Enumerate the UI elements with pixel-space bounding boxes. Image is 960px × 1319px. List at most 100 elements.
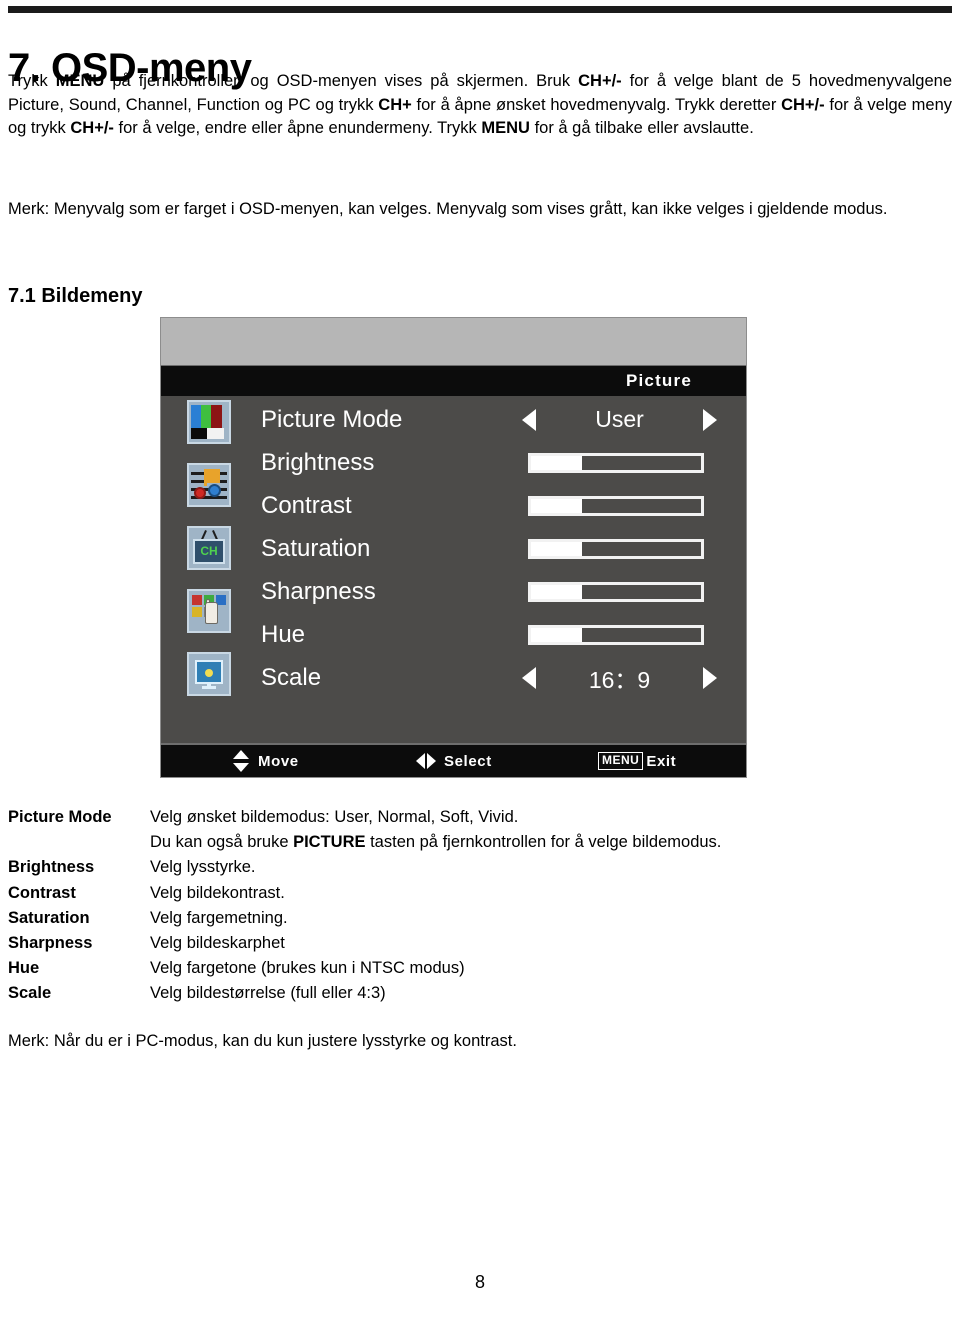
description-term: Hue bbox=[8, 959, 40, 978]
intro-text-6: for å velge, endre eller åpne enundermen… bbox=[113, 119, 482, 137]
slider-fill bbox=[531, 498, 582, 513]
osd-title-text: Picture bbox=[625, 371, 692, 390]
osd-row-picture-mode[interactable]: Picture Mode User bbox=[261, 398, 746, 441]
continuation-key-picture: PICTURE bbox=[293, 833, 366, 852]
description-row: Contrast Velg bildekontrast. bbox=[8, 881, 952, 906]
monitor-icon bbox=[187, 652, 231, 696]
osd-rows: Picture Mode User Brightness Contrast Sa… bbox=[261, 398, 746, 746]
contrast-slider[interactable] bbox=[528, 495, 704, 516]
osd-row-label: Sharpness bbox=[261, 577, 376, 605]
osd-row-brightness[interactable]: Brightness bbox=[261, 441, 746, 484]
footer-exit-label: Exit bbox=[646, 752, 677, 770]
tv-channel-icon: CH bbox=[187, 526, 231, 570]
description-definition: Velg bildeskarphet bbox=[150, 934, 285, 953]
description-term: Scale bbox=[8, 984, 52, 1003]
description-definition: Velg ønsket bildemodus: User, Normal, So… bbox=[150, 808, 519, 826]
footer-note: Merk: Når du er i PC-modus, kan du kun j… bbox=[8, 1032, 517, 1050]
osd-row-label: Brightness bbox=[261, 448, 375, 476]
footer-select-hint: Select bbox=[416, 753, 492, 770]
description-definition: Velg lysstyrke. bbox=[150, 858, 256, 877]
osd-title-bar: Picture bbox=[161, 366, 746, 396]
osd-row-hue[interactable]: Hue bbox=[261, 613, 746, 656]
intro-key-menu-2: MENU bbox=[481, 119, 530, 137]
intro-key-chpm-1: CH+/- bbox=[578, 72, 622, 90]
intro-text-7: for å gå tilbake eller avslautte. bbox=[529, 119, 754, 137]
top-horizontal-rule bbox=[8, 6, 952, 13]
description-row: Brightness Velg lysstyrke. bbox=[8, 855, 952, 880]
description-term: Sharpness bbox=[8, 934, 93, 953]
intro-text-2: på fjernkontrollen og OSD-menyen vises p… bbox=[104, 72, 579, 90]
page-number: 8 bbox=[474, 1272, 485, 1292]
osd-row-control bbox=[508, 613, 723, 656]
left-right-arrows-icon bbox=[416, 753, 436, 769]
footer-exit-hint: MENU Exit bbox=[598, 752, 676, 770]
arrow-left-icon[interactable] bbox=[522, 666, 536, 689]
sharpness-slider[interactable] bbox=[528, 581, 704, 602]
up-down-arrows-icon bbox=[233, 750, 249, 772]
description-term: Picture Mode bbox=[8, 808, 112, 826]
osd-row-label: Scale bbox=[261, 663, 322, 691]
description-row: Sharpness Velg bildeskarphet bbox=[8, 931, 952, 956]
section-subtitle: 7.1 Bildemeny bbox=[8, 284, 143, 307]
saturation-slider[interactable] bbox=[528, 538, 704, 559]
description-definition: Velg fargetone (brukes kun i NTSC modus) bbox=[150, 959, 465, 978]
description-continuation: Du kan også bruke PICTURE tasten på fjer… bbox=[8, 830, 952, 855]
intro-key-chpm-2: CH+/- bbox=[781, 95, 825, 114]
merk-paragraph: Merk: Menyvalg som er farget i OSD-menye… bbox=[8, 200, 888, 218]
description-definition: Velg fargemetning. bbox=[150, 908, 288, 927]
intro-key-chpm-3: CH+/- bbox=[70, 119, 114, 137]
intro-key-menu-1: MENU bbox=[55, 72, 105, 90]
osd-row-control: User bbox=[508, 398, 723, 441]
description-definition: Velg bildestørrelse (full eller 4:3) bbox=[150, 984, 386, 1003]
osd-top-band bbox=[161, 318, 746, 366]
osd-menu-screenshot: Picture CH Picture Mode User Brightness … bbox=[160, 317, 747, 778]
osd-row-label: Saturation bbox=[261, 534, 371, 562]
intro-paragraph: Trykk MENU på fjernkontrollen og OSD-men… bbox=[8, 70, 952, 141]
menu-key-icon: MENU bbox=[598, 752, 644, 770]
slider-fill bbox=[531, 541, 582, 556]
brightness-slider[interactable] bbox=[528, 452, 704, 473]
osd-icon-column: CH bbox=[187, 400, 233, 715]
color-bars-icon bbox=[187, 400, 231, 444]
description-term: Saturation bbox=[8, 908, 90, 927]
hue-slider[interactable] bbox=[528, 624, 704, 645]
description-row: Scale Velg bildestørrelse (full eller 4:… bbox=[8, 981, 952, 1006]
osd-body: CH Picture Mode User Brightness Contrast… bbox=[161, 396, 746, 746]
osd-row-sharpness[interactable]: Sharpness bbox=[261, 570, 746, 613]
osd-footer-bar: Move Select MENU Exit bbox=[161, 743, 746, 777]
document-page: 7. OSD-meny Trykk MENU på fjernkontrolle… bbox=[0, 0, 960, 1319]
osd-row-control bbox=[508, 484, 723, 527]
hand-squares-icon bbox=[187, 589, 231, 633]
osd-option-value: User bbox=[595, 406, 644, 432]
osd-row-label: Contrast bbox=[261, 491, 352, 519]
continuation-pre: Du kan også bruke bbox=[150, 833, 294, 852]
osd-row-scale[interactable]: Scale 16：9 bbox=[261, 656, 746, 699]
description-list: Picture Mode Velg ønsket bildemodus: Use… bbox=[8, 805, 952, 1007]
osd-row-contrast[interactable]: Contrast bbox=[261, 484, 746, 527]
arrow-right-icon[interactable] bbox=[703, 408, 717, 431]
slider-fill bbox=[531, 584, 582, 599]
footer-select-label: Select bbox=[444, 752, 492, 770]
arrow-right-icon[interactable] bbox=[703, 666, 717, 689]
osd-row-label: Hue bbox=[261, 620, 306, 648]
osd-option-value: 16：9 bbox=[588, 666, 651, 693]
description-row: Picture Mode Velg ønsket bildemodus: Use… bbox=[8, 805, 952, 830]
description-term: Brightness bbox=[8, 858, 95, 877]
intro-key-chplus: CH+ bbox=[378, 95, 412, 114]
intro-text-4: for å åpne ønsket hovedmenyvalg. Trykk d… bbox=[411, 95, 782, 114]
osd-row-control bbox=[508, 441, 723, 484]
osd-row-control: 16：9 bbox=[508, 656, 723, 699]
intro-text-1: Trykk bbox=[8, 72, 56, 90]
slider-fill bbox=[531, 455, 582, 470]
arrow-left-icon[interactable] bbox=[522, 408, 536, 431]
description-definition: Velg bildekontrast. bbox=[150, 883, 285, 902]
description-row: Saturation Velg fargemetning. bbox=[8, 906, 952, 931]
osd-row-label: Picture Mode bbox=[261, 405, 403, 433]
osd-row-saturation[interactable]: Saturation bbox=[261, 527, 746, 570]
footer-move-label: Move bbox=[258, 752, 299, 770]
description-term: Contrast bbox=[8, 883, 76, 902]
osd-row-control bbox=[508, 527, 723, 570]
music-note-gears-icon bbox=[187, 463, 231, 507]
footer-move-hint: Move bbox=[233, 750, 299, 772]
description-row: Hue Velg fargetone (brukes kun i NTSC mo… bbox=[8, 956, 952, 981]
